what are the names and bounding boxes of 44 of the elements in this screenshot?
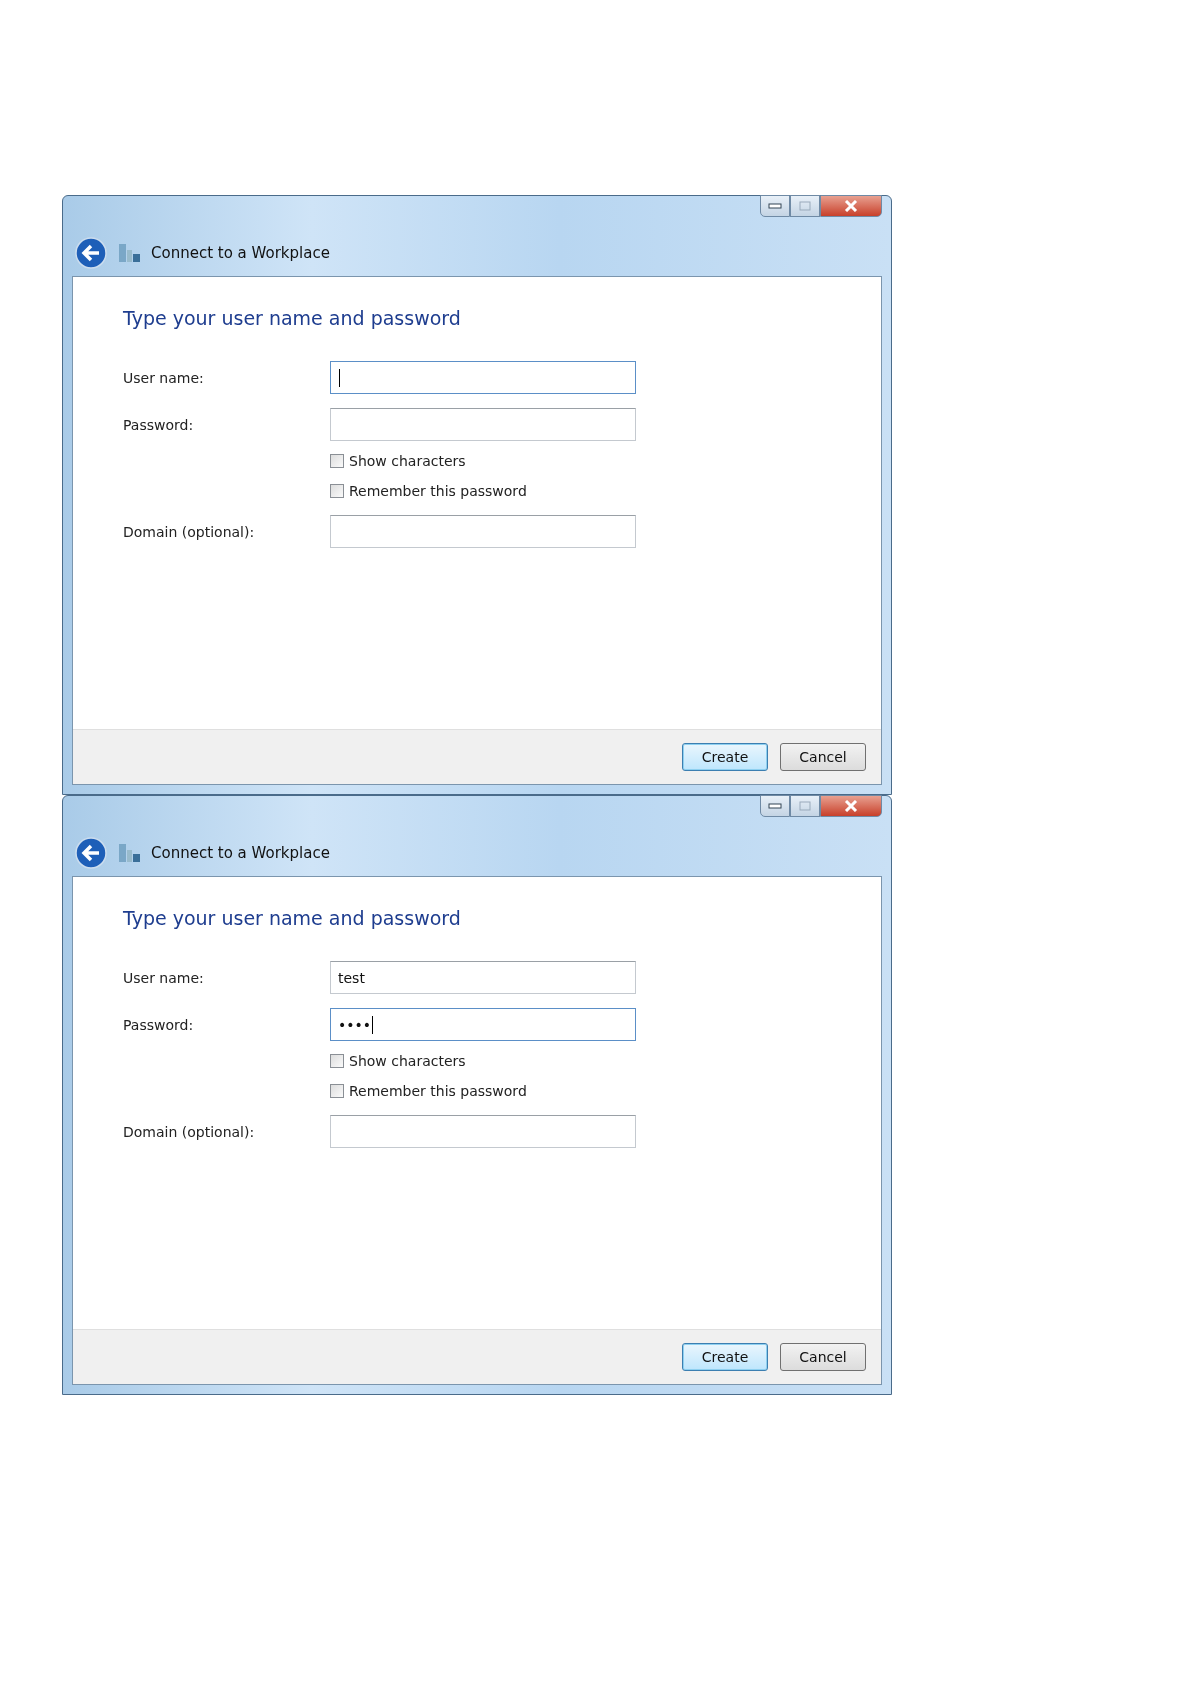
- building-icon: [117, 842, 141, 864]
- dialog-button[interactable]: Cancel: [780, 1343, 866, 1371]
- close-icon: [844, 200, 858, 212]
- maximize-button[interactable]: [790, 195, 820, 217]
- dialog-button[interactable]: Create: [682, 743, 768, 771]
- minimize-button[interactable]: [760, 795, 790, 817]
- checkbox[interactable]: [330, 454, 344, 468]
- checkbox[interactable]: [330, 484, 344, 498]
- page-heading: Type your user name and password: [123, 907, 462, 929]
- checkbox[interactable]: [330, 1054, 344, 1068]
- field-label: User name:: [123, 369, 205, 386]
- minimize-icon: [768, 803, 782, 809]
- checkbox[interactable]: [330, 1084, 344, 1098]
- field-label: Domain (optional):: [123, 1123, 256, 1140]
- checkbox-label: Remember this password: [349, 483, 527, 499]
- window-title: Connect to a Workplace: [151, 244, 330, 262]
- page-heading: Type your user name and password: [123, 307, 462, 329]
- close-button[interactable]: [820, 795, 882, 817]
- window-title: Connect to a Workplace: [151, 844, 330, 862]
- minimize-icon: [768, 203, 782, 209]
- field-label: Password:: [123, 416, 195, 433]
- dialog-button[interactable]: Create: [682, 1343, 768, 1371]
- checkbox-label: Show characters: [349, 453, 466, 469]
- field-label: Password:: [123, 1016, 195, 1033]
- back-button[interactable]: [75, 837, 107, 869]
- checkbox-label: Remember this password: [349, 1083, 527, 1099]
- maximize-button[interactable]: [790, 795, 820, 817]
- maximize-icon: [799, 201, 811, 211]
- input-field[interactable]: [330, 361, 636, 394]
- close-button[interactable]: [820, 195, 882, 217]
- maximize-icon: [799, 801, 811, 811]
- minimize-button[interactable]: [760, 195, 790, 217]
- input-field[interactable]: ••••: [330, 1008, 636, 1041]
- field-label: User name:: [123, 969, 205, 986]
- input-field[interactable]: [330, 408, 636, 441]
- input-field[interactable]: [330, 515, 636, 548]
- checkbox-label: Show characters: [349, 1053, 466, 1069]
- field-label: Domain (optional):: [123, 523, 256, 540]
- input-field[interactable]: [330, 1115, 636, 1148]
- back-button[interactable]: [75, 237, 107, 269]
- input-field[interactable]: test: [330, 961, 636, 994]
- building-icon: [117, 242, 141, 264]
- close-icon: [844, 800, 858, 812]
- dialog-button[interactable]: Cancel: [780, 743, 866, 771]
